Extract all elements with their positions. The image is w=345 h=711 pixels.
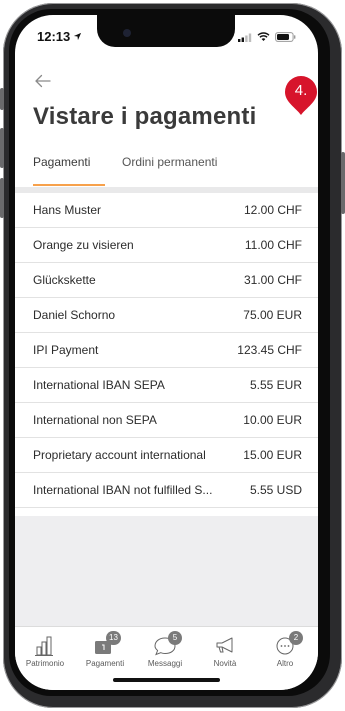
tabbar-label: Novità: [213, 659, 237, 668]
payment-name: International non SEPA: [33, 413, 157, 427]
back-button[interactable]: [33, 71, 57, 95]
tabbar-badge: 5: [168, 631, 182, 645]
tabbar-item-messaggi[interactable]: 5 Messaggi: [135, 631, 195, 668]
chat-bubble-icon: [154, 637, 176, 656]
tabbar-label: Altro: [276, 659, 294, 668]
step-badge-text: 4.: [294, 82, 308, 99]
list-item[interactable]: International IBAN not fulfilled S... 5.…: [15, 473, 318, 508]
payment-name: Glückskette: [33, 273, 96, 287]
battery-icon: [275, 32, 296, 42]
tabbar-item-pagamenti[interactable]: 13 Pagamenti: [75, 631, 135, 668]
signal-icon: [238, 33, 252, 42]
page-title: Vistare i pagamenti: [33, 103, 257, 130]
volume-up-button: [0, 128, 4, 168]
front-camera: [123, 29, 131, 37]
tabbar-badge: 2: [289, 631, 303, 645]
list-item[interactable]: Orange zu visieren 11.00 CHF: [15, 228, 318, 263]
app-screen: 12:13 Vistare i pagamenti 4. Pagamenti O…: [15, 15, 318, 690]
notch: [97, 15, 235, 47]
list-item[interactable]: Glückskette 31.00 CHF: [15, 263, 318, 298]
payment-name: International IBAN not fulfilled S...: [33, 483, 213, 497]
megaphone-icon: [216, 637, 233, 653]
payment-amount: 5.55 EUR: [249, 378, 302, 392]
list-item[interactable]: Daniel Schorno 75.00 EUR: [15, 298, 318, 333]
payment-name: Proprietary account international: [33, 448, 206, 462]
tabbar-label: Patrimonio: [25, 659, 65, 668]
payment-name: Hans Muster: [33, 203, 102, 217]
payment-amount: 31.00 CHF: [243, 273, 302, 287]
payment-name: Orange zu visieren: [33, 238, 134, 252]
empty-background: [15, 516, 318, 626]
payments-icon: [95, 641, 111, 654]
power-button: [341, 152, 345, 214]
payment-amount: 5.55 USD: [249, 483, 302, 497]
list-item[interactable]: International non SEPA 10.00 EUR: [15, 403, 318, 438]
list-item[interactable]: IPI Payment 123.45 CHF: [15, 333, 318, 368]
payment-amount: 75.00 EUR: [243, 308, 302, 322]
status-icons: [238, 32, 296, 42]
bottom-tab-bar: Patrimonio 13 Pagamenti 5 Messaggi Novit…: [15, 626, 318, 690]
volume-down-button: [0, 178, 4, 218]
payment-list: Hans Muster 12.00 CHF Orange zu visieren…: [15, 193, 318, 508]
silent-switch: [0, 88, 4, 110]
list-item[interactable]: International IBAN SEPA 5.55 EUR: [15, 368, 318, 403]
payment-amount: 11.00 CHF: [244, 238, 302, 252]
payment-amount: 123.45 CHF: [237, 343, 302, 357]
active-tab-indicator: [33, 184, 105, 186]
home-indicator[interactable]: [113, 678, 220, 682]
tabbar-item-novita[interactable]: Novità: [195, 633, 255, 668]
payment-name: International IBAN SEPA: [33, 378, 165, 392]
tabbar-item-altro[interactable]: 2 Altro: [255, 631, 315, 668]
tab-pagamenti[interactable]: Pagamenti: [33, 153, 90, 187]
more-icon: [276, 637, 294, 655]
tabbar-item-patrimonio[interactable]: Patrimonio: [15, 633, 75, 668]
payment-amount: 15.00 EUR: [243, 448, 302, 462]
location-arrow-icon: [74, 32, 82, 41]
payment-amount: 10.00 EUR: [243, 413, 302, 427]
step-badge: 4.: [283, 75, 318, 115]
list-item[interactable]: Hans Muster 12.00 CHF: [15, 193, 318, 228]
wifi-icon: [257, 32, 270, 41]
payment-name: IPI Payment: [33, 343, 99, 357]
tab-ordini-permanenti[interactable]: Ordini permanenti: [122, 153, 217, 187]
tabbar-label: Messaggi: [147, 659, 183, 668]
tabbar-label: Pagamenti: [85, 659, 125, 668]
payment-amount: 12.00 CHF: [243, 203, 302, 217]
tabs: Pagamenti Ordini permanenti: [15, 153, 318, 187]
status-time-text: 12:13: [37, 29, 71, 44]
payment-name: Daniel Schorno: [33, 308, 116, 322]
bar-chart-icon: [35, 636, 53, 656]
tabbar-badge: 13: [106, 631, 121, 645]
list-item[interactable]: Proprietary account international 15.00 …: [15, 438, 318, 473]
status-time: 12:13: [37, 29, 82, 44]
arrow-left-icon: [35, 74, 51, 88]
